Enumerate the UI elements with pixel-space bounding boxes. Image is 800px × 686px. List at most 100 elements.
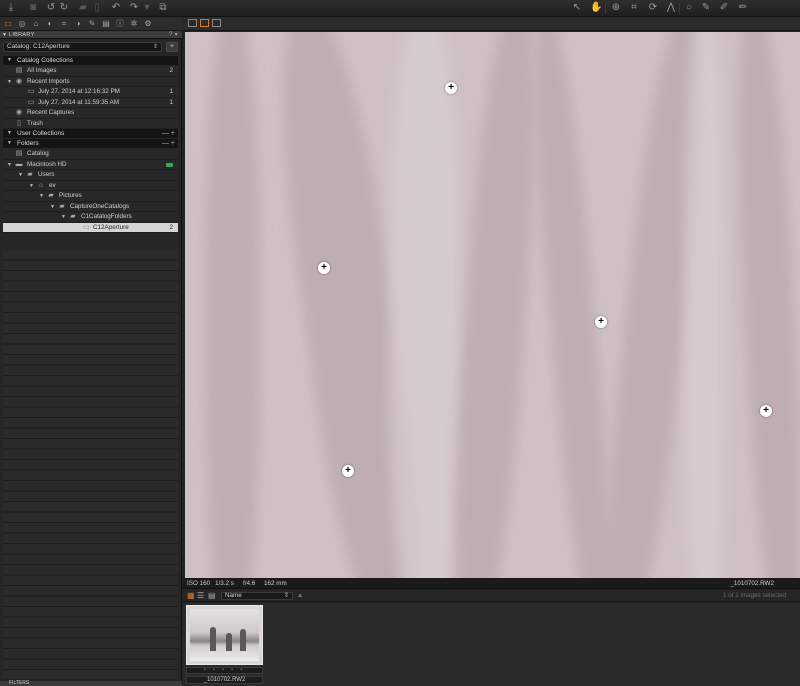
redo-dropdown-icon[interactable]: ▾ <box>141 2 153 14</box>
collapse-triangle-icon[interactable]: ▼ <box>7 160 12 170</box>
collection-trash[interactable]: ▯ Trash <box>3 118 178 129</box>
rotate-left-icon[interactable]: ↺ <box>45 2 57 14</box>
spot-icon[interactable]: ○ <box>683 2 695 14</box>
rating-stars[interactable]: • • • • • <box>186 667 263 674</box>
recent-captures-icon: ◉ <box>15 109 23 116</box>
filmstrip-view-icon[interactable]: ▤ <box>208 590 216 602</box>
image-thumbnail[interactable] <box>186 605 263 665</box>
image-viewer[interactable]: + + + + + <box>185 32 800 578</box>
trash-icon[interactable]: ▯ <box>91 2 103 14</box>
capture-tab-icon[interactable]: ◎ <box>17 19 27 29</box>
list-item-label: July 27, 2014 at 12:16:32 PM <box>38 88 120 95</box>
folder-ev[interactable]: ▼ ⌂ ev <box>3 180 178 191</box>
folder-c12aperture[interactable]: ▭ C12Aperture 2 <box>3 222 178 233</box>
collapse-triangle-icon: ▼ <box>7 130 12 136</box>
color-tab-icon[interactable]: ◐ <box>45 19 55 29</box>
item-count: 1 <box>169 88 173 95</box>
single-view-icon[interactable] <box>200 19 209 27</box>
select-icon[interactable]: ↖ <box>571 2 583 14</box>
folders-header[interactable]: ▼ Folders — + <box>3 139 178 148</box>
lens-tab-icon[interactable]: ⌂ <box>31 19 41 29</box>
white-balance-marker-icon[interactable]: + <box>318 262 330 274</box>
catalog-select[interactable]: Catalog: C12Aperture ⇕ <box>3 42 162 52</box>
folder-macintosh-hd[interactable]: ▼ ▬ Macintosh HD <box>3 159 178 170</box>
collapse-triangle-icon[interactable]: ▼ <box>7 77 12 87</box>
crop-icon[interactable]: ⌗ <box>628 2 640 14</box>
folder-icon: ▭ <box>82 223 90 231</box>
grid-view-icon[interactable]: ▦ <box>187 590 195 602</box>
selection-status: 1 of 1 images selected <box>722 592 786 599</box>
white-balance-marker-icon[interactable]: + <box>760 405 772 417</box>
image-info-bar: ISO 160 1/3.2 s f/4.6 162 mm _1010702.RW… <box>183 578 800 589</box>
eraser-icon[interactable]: ✏ <box>737 2 749 14</box>
collapse-triangle-icon[interactable]: ▼ <box>29 181 34 191</box>
rotate-icon[interactable]: ⟳ <box>647 2 659 14</box>
collection-all-images[interactable]: ▤ All Images 2 <box>3 66 178 77</box>
recent-imports-icon: ◉ <box>15 77 23 85</box>
adjust-tab-icon[interactable]: ✎ <box>87 19 97 29</box>
sort-select[interactable]: Name ⇕ <box>221 592 293 600</box>
info-tab-icon[interactable]: ⓘ <box>115 19 125 29</box>
pan-icon[interactable]: ✋ <box>590 2 602 14</box>
keystone-icon[interactable]: ⋀ <box>665 2 677 14</box>
camera-icon[interactable]: ◙ <box>27 2 39 14</box>
compare-view-icon[interactable] <box>212 19 221 27</box>
browser-toolbar: ▦ ☰ ▤ Name ⇕ ▲ 1 of 1 images selected <box>183 590 800 602</box>
library-panel-header[interactable]: ▼ LIBRARY ? ▾ <box>0 31 182 39</box>
list-item-label: C1CatalogFolders <box>81 213 132 220</box>
list-item-label: Recent Captures <box>27 109 75 116</box>
batch-tab-icon[interactable]: ⚙ <box>143 19 153 29</box>
thumbnail-filename: _1010702.RW2 <box>186 676 263 684</box>
settings-tab-icon[interactable]: ✲ <box>129 19 139 29</box>
collection-import-2[interactable]: ▭ July 27, 2014 at 11:59:35 AM 1 <box>3 97 178 108</box>
undo-icon[interactable]: ↶ <box>110 2 122 14</box>
library-tab-icon[interactable]: ▭ <box>3 19 13 29</box>
tool-tabs: ▭ ◎ ⌂ ◐ ⌗ ◑ ✎ ▤ ⓘ ✲ ⚙ <box>0 17 182 31</box>
import-icon[interactable]: ⤓ <box>5 2 17 14</box>
white-balance-marker-icon[interactable]: + <box>342 465 354 477</box>
folder-captureonecatalogs[interactable]: ▼ ▰ CaptureOneCatalogs <box>3 201 178 212</box>
collapse-triangle-icon: ▼ <box>2 32 8 38</box>
folder-pictures[interactable]: ▼ ▰ Pictures <box>3 191 178 202</box>
collapse-triangle-icon[interactable]: ▼ <box>18 170 23 180</box>
collection-recent-captures[interactable]: ◉ Recent Captures <box>3 108 178 119</box>
brush-icon[interactable]: ✐ <box>718 2 730 14</box>
collection-recent-imports[interactable]: ▼ ◉ Recent Imports <box>3 76 178 87</box>
library-title: LIBRARY <box>9 32 35 38</box>
folder-c1catalogfolders[interactable]: ▼ ▰ C1CatalogFolders <box>3 212 178 223</box>
crop-tab-icon[interactable]: ⌗ <box>59 19 69 29</box>
iso-value: ISO 160 <box>187 580 211 587</box>
folder-catalog[interactable]: ▤ Catalog <box>3 149 178 160</box>
collapse-triangle-icon[interactable]: ▼ <box>50 202 55 212</box>
add-remove-controls[interactable]: — + <box>162 139 175 148</box>
collection-import-1[interactable]: ▭ July 27, 2014 at 12:16:32 PM 1 <box>3 87 178 98</box>
select-arrows-icon: ⇕ <box>283 592 289 599</box>
list-item-label: Trash <box>27 119 43 127</box>
folder-icon[interactable]: ▰ <box>77 2 89 14</box>
catalog-collections-header[interactable]: ▼ Catalog Collections <box>3 56 178 65</box>
detail-tab-icon[interactable]: ◑ <box>73 19 83 29</box>
catalog-add-button[interactable]: + <box>166 42 178 52</box>
viewer-toolbar <box>183 17 800 31</box>
folder-users[interactable]: ▼ ▰ Users <box>3 170 178 181</box>
picker-icon[interactable]: ✎ <box>700 2 712 14</box>
metadata-tab-icon[interactable]: ▤ <box>101 19 111 29</box>
item-count: 1 <box>169 98 173 106</box>
folder-icon: ▰ <box>48 192 54 199</box>
white-balance-marker-icon[interactable]: + <box>595 316 607 328</box>
add-remove-controls[interactable]: — + <box>162 129 175 138</box>
redo-icon[interactable]: ↷ <box>128 2 140 14</box>
filters-panel-header[interactable]: FILTERS <box>0 681 182 686</box>
collapse-triangle-icon[interactable]: ▼ <box>39 191 44 201</box>
user-collections-header[interactable]: ▼ User Collections — + <box>3 129 178 138</box>
grid-view-icon[interactable] <box>188 19 197 27</box>
zoom-icon[interactable]: ⊕ <box>610 2 622 14</box>
select-arrows-icon: ⇕ <box>152 44 158 50</box>
collapse-triangle-icon[interactable]: ▼ <box>61 212 66 222</box>
panel-menu-icon[interactable]: ? ▾ <box>169 31 178 39</box>
white-balance-marker-icon[interactable]: + <box>445 82 457 94</box>
sort-direction-icon[interactable]: ▲ <box>297 590 303 602</box>
copy-icon[interactable]: ⧉ <box>157 2 169 14</box>
list-view-icon[interactable]: ☰ <box>197 590 204 602</box>
rotate-right-icon[interactable]: ↻ <box>58 2 70 14</box>
